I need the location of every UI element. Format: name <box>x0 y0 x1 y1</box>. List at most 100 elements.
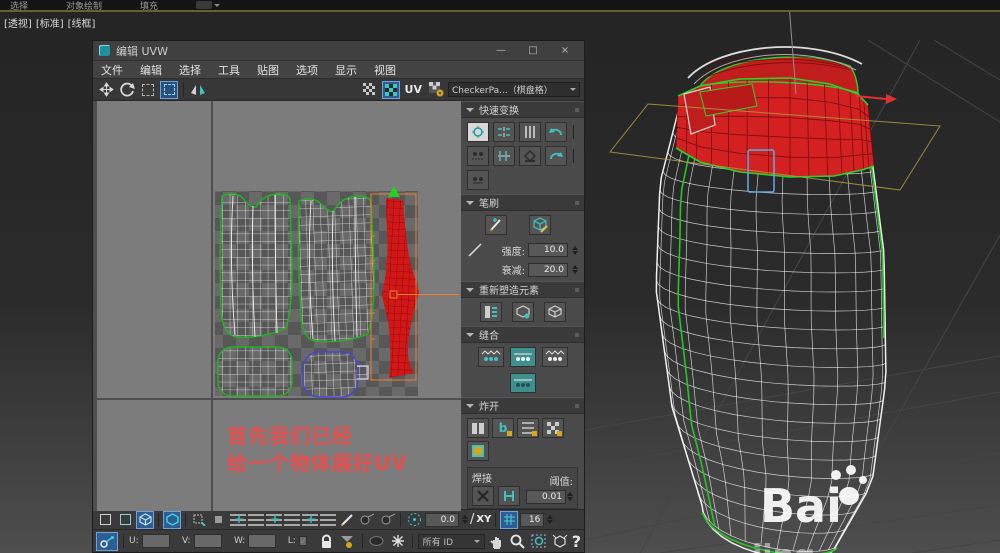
uv-island-cap-left[interactable] <box>217 346 293 397</box>
close-button[interactable]: × <box>552 45 578 56</box>
select-loop-plus-icon[interactable] <box>302 512 318 526</box>
menu-select[interactable]: 选择 <box>179 62 201 78</box>
maximize-button[interactable]: □ <box>520 45 546 56</box>
minimize-button[interactable]: — <box>488 45 514 56</box>
grow-selection-icon[interactable] <box>190 511 208 529</box>
uv-channel-label[interactable]: UV <box>403 83 424 96</box>
shrink-selection-icon[interactable] <box>210 511 228 529</box>
scale-icon[interactable] <box>139 81 157 99</box>
target-weld-icon[interactable] <box>498 486 520 506</box>
polygon-mode-icon[interactable] <box>136 510 154 529</box>
viewport-mode-perspective[interactable]: [透视] <box>4 15 32 30</box>
paint-select-icon[interactable] <box>338 511 356 529</box>
menu-options[interactable]: 选项 <box>296 62 318 78</box>
select-row-plus-icon[interactable] <box>230 512 246 526</box>
relax-element-icon[interactable] <box>511 302 534 322</box>
menu-view[interactable]: 视图 <box>374 62 396 78</box>
checker-display-icon[interactable] <box>381 80 400 99</box>
stitch-custom-icon[interactable] <box>477 347 504 367</box>
align-pivot-button[interactable] <box>467 122 489 142</box>
axis-label[interactable]: XY <box>476 514 491 525</box>
pack-elements-icon[interactable] <box>479 302 502 322</box>
stitch-average-icon[interactable] <box>509 347 536 367</box>
flatten-by-group-icon[interactable] <box>467 418 489 438</box>
falloff-type-icon[interactable]: / <box>470 512 474 527</box>
uv-island-body-right[interactable] <box>297 195 375 343</box>
menu-edit[interactable]: 编辑 <box>140 62 162 78</box>
select-row-icon[interactable] <box>248 513 264 526</box>
viewport-mode-standard[interactable]: [标准] <box>36 15 64 30</box>
show-map-toggle-icon[interactable] <box>361 81 379 99</box>
align-horizontal-icon[interactable] <box>493 122 515 142</box>
uvw-titlebar[interactable]: 编辑 UVW — □ × <box>93 41 584 61</box>
straighten-element-icon[interactable] <box>543 302 566 322</box>
distribute-tools-icon[interactable] <box>467 170 489 190</box>
weld-selected-icon[interactable] <box>472 486 494 506</box>
vertex-mode-icon[interactable] <box>96 511 114 529</box>
strength-field[interactable]: 10.0 <box>528 243 568 257</box>
point-to-point-icon[interactable] <box>358 511 376 529</box>
relax-brush-icon[interactable] <box>529 215 551 235</box>
select-column-icon[interactable] <box>284 513 300 526</box>
select-loop-icon[interactable] <box>320 513 336 526</box>
zoom-region-icon[interactable] <box>530 532 548 550</box>
uv-canvas[interactable]: 首先我们已经 给一个物体展好UV <box>93 101 461 511</box>
material-id-dropdown[interactable]: 所有 ID <box>417 533 485 549</box>
threshold-spinner[interactable] <box>567 492 573 501</box>
menu-tools[interactable]: 工具 <box>218 62 240 78</box>
rotate-icon[interactable] <box>118 81 136 99</box>
absolute-mode-icon[interactable] <box>96 531 118 551</box>
select-column-plus-icon[interactable] <box>266 512 282 526</box>
zoom-extents-icon[interactable] <box>551 532 569 550</box>
soft-selection-spinner[interactable] <box>462 515 468 524</box>
soft-selection-field[interactable]: 0.0 <box>425 512 459 527</box>
flatten-by-smoothing-icon[interactable] <box>542 418 564 438</box>
distribute-vertical-icon[interactable] <box>519 122 541 142</box>
viewport-mode-wireframe[interactable]: [线框] <box>68 15 96 30</box>
ribbon-tab-object-paint[interactable]: 对象绘制 <box>66 0 102 12</box>
mirror-icon[interactable] <box>189 81 207 99</box>
menu-display[interactable]: 显示 <box>335 62 357 78</box>
rotate-ccw-icon[interactable] <box>545 122 567 142</box>
grid-snap-icon[interactable] <box>500 510 519 529</box>
stitch-source-icon[interactable] <box>509 373 536 393</box>
grid-size-field[interactable]: 16 <box>520 512 545 527</box>
align-vertical-icon[interactable] <box>493 146 515 166</box>
rotate-cw-icon[interactable] <box>545 146 567 166</box>
flatten-custom-icon[interactable] <box>467 441 489 461</box>
freeform-mode-icon[interactable] <box>160 80 178 99</box>
falloff-curve-icon[interactable] <box>467 242 483 258</box>
flatten-by-face-icon[interactable] <box>517 418 539 438</box>
element-mode-icon[interactable] <box>163 510 181 529</box>
u-field[interactable] <box>141 534 170 548</box>
falloff-field[interactable]: 20.0 <box>528 262 568 277</box>
show-vertex-icon[interactable] <box>368 532 386 550</box>
zoom-icon[interactable] <box>509 532 527 550</box>
filter-icon[interactable] <box>339 532 357 550</box>
uv-island-body-left[interactable] <box>219 193 293 338</box>
move-brush-icon[interactable] <box>485 215 507 235</box>
texture-dropdown[interactable]: CheckerPa...（棋盘格） <box>448 82 580 97</box>
ribbon-tab-select[interactable]: 选择 <box>10 0 28 12</box>
threshold-field[interactable]: 0.01 <box>526 489 566 504</box>
space-tools-icon[interactable] <box>467 146 489 166</box>
edge-loop-icon[interactable] <box>378 511 396 529</box>
grid-size-spinner[interactable] <box>547 515 554 524</box>
ribbon-tab-populate[interactable]: 填充 <box>140 0 158 12</box>
checker-settings-icon[interactable] <box>427 81 445 99</box>
v-field[interactable] <box>193 534 222 548</box>
lock-aspect-checkbox[interactable]: ✓ <box>298 536 308 546</box>
snowflake-freeze-icon[interactable] <box>389 532 407 550</box>
help-icon[interactable]: ? <box>572 532 581 551</box>
move-icon[interactable] <box>97 81 115 99</box>
lock-icon[interactable] <box>318 532 336 550</box>
pan-hand-icon[interactable] <box>488 532 506 550</box>
w-field[interactable] <box>248 534 277 548</box>
media-icon[interactable] <box>196 1 221 9</box>
soft-selection-icon[interactable] <box>405 511 423 529</box>
flatten-by-id-icon[interactable]: b <box>492 418 514 438</box>
edge-mode-icon[interactable] <box>116 511 134 529</box>
stitch-target-icon[interactable] <box>541 347 568 367</box>
align-element-icon[interactable] <box>519 146 541 166</box>
falloff-spinner[interactable] <box>572 265 578 274</box>
